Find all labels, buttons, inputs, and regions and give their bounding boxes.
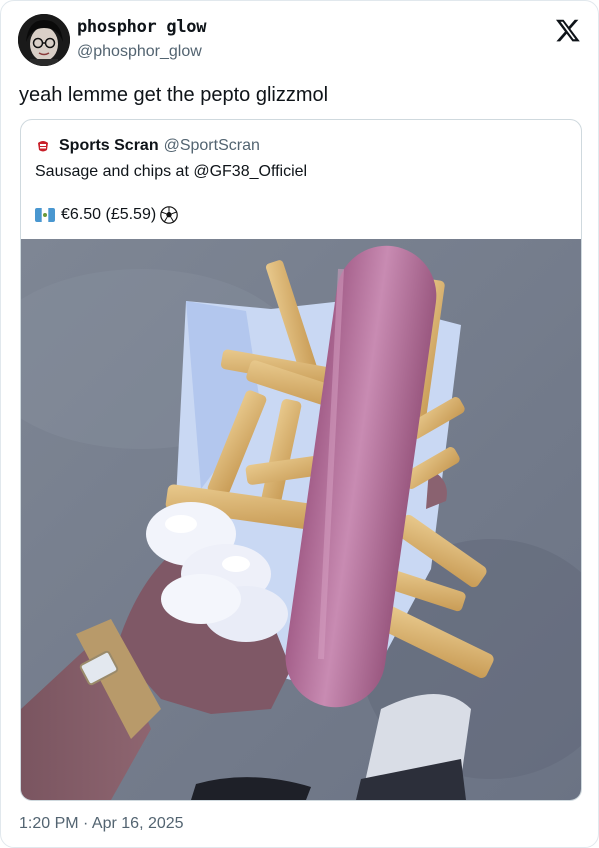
quoted-handle: @SportScran: [163, 137, 260, 154]
tweet-text: yeah lemme get the pepto glizzmol: [19, 84, 329, 106]
quoted-author[interactable]: Sports Scran @SportScran: [35, 136, 260, 156]
sports-scran-logo-icon: [35, 138, 51, 154]
avatar-portrait-icon: [18, 14, 70, 66]
user-handle[interactable]: @phosphor_glow: [77, 43, 202, 61]
quoted-tweet[interactable]: Sports Scran @SportScran Sausage and chi…: [20, 119, 582, 801]
sausage-and-chips-photo[interactable]: [21, 239, 581, 800]
display-name[interactable]: phosphor glow: [77, 17, 206, 37]
quoted-display-name: Sports Scran: [59, 137, 159, 154]
tweet-card: phosphor glow @phosphor_glow yeah lemme …: [0, 0, 599, 848]
x-logo-icon[interactable]: [555, 17, 581, 43]
avatar[interactable]: [18, 14, 70, 66]
quoted-text: Sausage and chips at @GF38_Officiel: [35, 163, 308, 180]
soccer-ball-icon: [160, 206, 178, 224]
flag-guatemala-icon: [35, 208, 55, 222]
price-text: €6.50 (£5.59): [61, 206, 157, 223]
quoted-price-line: €6.50 (£5.59): [35, 206, 178, 224]
timestamp[interactable]: 1:20 PM · Apr 16, 2025: [19, 815, 184, 833]
